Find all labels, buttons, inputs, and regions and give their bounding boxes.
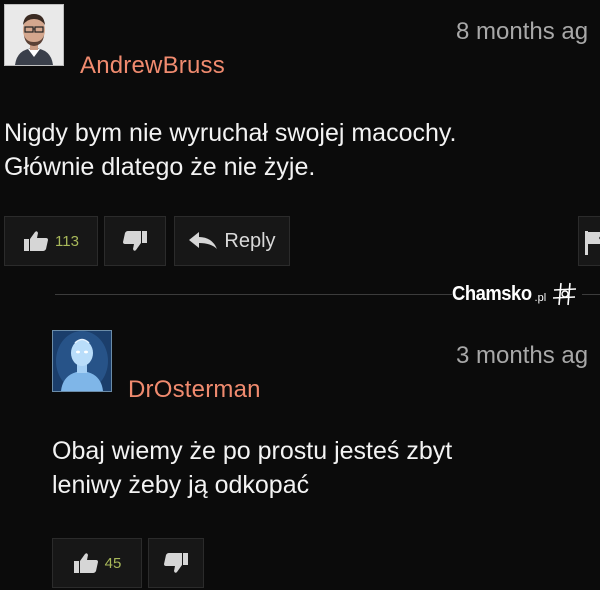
- reply-label: Reply: [224, 229, 276, 252]
- username[interactable]: DrOsterman: [128, 376, 261, 404]
- comment-text: Obaj wiemy że po prostu jesteś zbyt leni…: [52, 434, 452, 502]
- thumbs-down-icon: [164, 553, 188, 573]
- comment-line: Obaj wiemy że po prostu jesteś zbyt: [52, 437, 453, 465]
- reply-arrow-icon: [189, 232, 218, 249]
- avatar[interactable]: [52, 330, 112, 392]
- avatar[interactable]: [4, 4, 64, 66]
- comment-line: Głównie dlatego że nie żyje.: [4, 153, 316, 181]
- timestamp: 8 months ag: [456, 18, 589, 45]
- like-count: 113: [55, 232, 79, 250]
- thumbs-up-icon: [24, 231, 49, 251]
- like-count: 45: [104, 554, 122, 572]
- thumbs-up-icon: [73, 553, 98, 573]
- timestamp: 3 months ag: [456, 342, 589, 369]
- comment-text: Nigdy bym nie wyruchał swojej macochy. G…: [4, 116, 456, 184]
- flag-button[interactable]: [578, 216, 600, 266]
- comment: AndrewBruss 8 months ag Nigdy bym nie wy…: [0, 0, 600, 280]
- comment-line: leniwy żeby ją odkopać: [52, 471, 310, 499]
- glowing-figure-icon: [53, 331, 111, 391]
- avatar-portrait-icon: [5, 5, 63, 65]
- username[interactable]: AndrewBruss: [80, 52, 225, 80]
- thumbs-down-icon: [123, 231, 147, 251]
- dislike-button[interactable]: [148, 538, 204, 588]
- dislike-button[interactable]: [104, 216, 166, 266]
- comment-line: Nigdy bym nie wyruchał swojej macochy.: [4, 119, 457, 147]
- reply-button[interactable]: Reply: [174, 216, 290, 266]
- flag-icon: [585, 231, 600, 255]
- like-button[interactable]: 113: [4, 216, 98, 266]
- reply-comment: DrOsterman 3 months ag Obaj wiemy że po …: [0, 300, 600, 588]
- like-button[interactable]: 45: [52, 538, 142, 588]
